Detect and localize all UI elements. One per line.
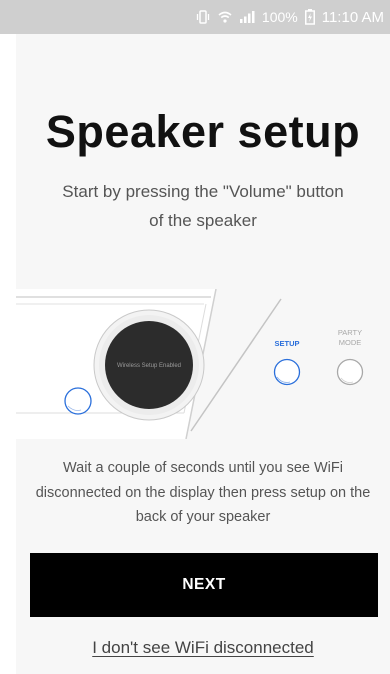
knob-label: Wireless Setup Enabled [117, 363, 181, 369]
volume-knob: Wireless Setup Enabled [93, 309, 205, 421]
clock-time: 11:10 AM [321, 8, 384, 26]
setup-button-illustration [273, 358, 301, 386]
setup-label: SETUP [274, 339, 299, 348]
vibrate-icon [195, 10, 211, 24]
battery-icon [304, 9, 315, 25]
page-subtitle: Start by pressing the "Volume" button of… [62, 182, 344, 230]
next-button[interactable]: NEXT [30, 553, 378, 617]
page-title: Speaker setup [45, 106, 361, 157]
party-mode-label-line2: MODE [339, 338, 362, 347]
speaker-illustration: Wireless Setup Enabled SETUP PARTY MODE [16, 289, 364, 439]
wifi-icon [218, 10, 232, 24]
status-bar: 100% 11:10 AM [0, 0, 390, 34]
setup-screen: Speaker setup Start by pressing the "Vol… [16, 34, 390, 674]
instruction-text: Wait a couple of seconds until you see W… [35, 460, 371, 525]
signal-icon [239, 10, 255, 24]
party-mode-button-illustration [336, 358, 364, 386]
party-mode-label-line1: PARTY [338, 328, 362, 337]
help-link[interactable]: I don't see WiFi disconnected [16, 638, 390, 658]
battery-percent: 100% [261, 9, 298, 25]
